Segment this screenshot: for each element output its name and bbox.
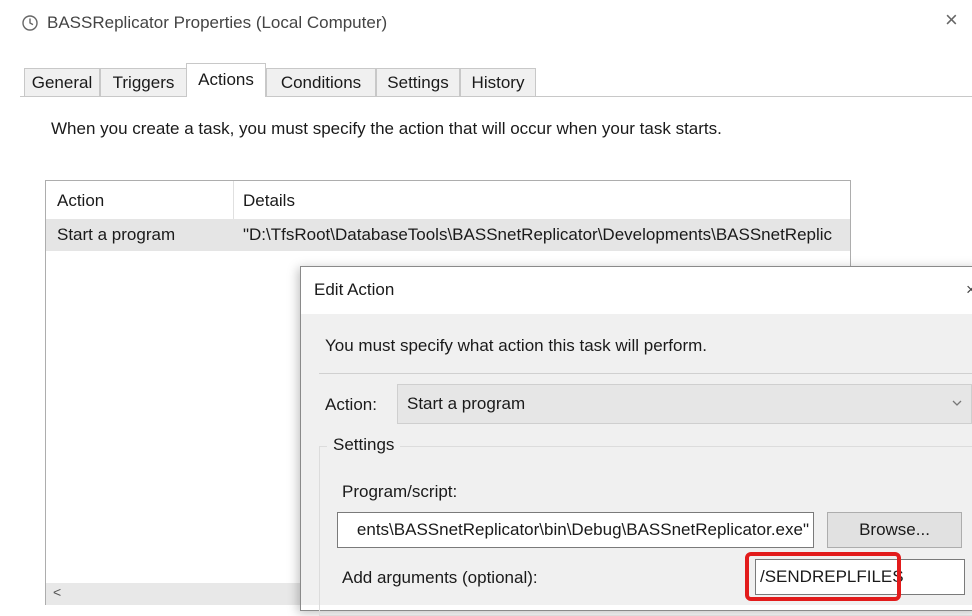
window-close-button[interactable]: × bbox=[945, 9, 958, 31]
action-select-value: Start a program bbox=[407, 394, 526, 413]
horizontal-scrollbar[interactable] bbox=[46, 583, 304, 605]
clock-icon bbox=[22, 15, 38, 31]
action-label: Action: bbox=[325, 395, 377, 414]
tab-actions[interactable]: Actions bbox=[186, 63, 266, 97]
dialog-divider bbox=[319, 373, 972, 374]
window-title: BASSReplicator Properties (Local Compute… bbox=[47, 13, 388, 32]
tab-triggers[interactable]: Triggers bbox=[100, 68, 187, 96]
scroll-left-icon[interactable]: < bbox=[53, 584, 61, 600]
dialog-title: Edit Action bbox=[314, 280, 395, 299]
row-action-cell: Start a program bbox=[57, 225, 176, 244]
column-header-action[interactable]: Action bbox=[57, 191, 104, 211]
program-script-label: Program/script: bbox=[342, 482, 458, 501]
actions-description: When you create a task, you must specify… bbox=[51, 119, 722, 138]
tab-strip-border bbox=[20, 96, 972, 97]
settings-group-label: Settings bbox=[327, 435, 401, 455]
program-script-value: ents\BASSnetReplicator\bin\Debug\BASSnet… bbox=[356, 520, 809, 539]
dialog-close-button[interactable]: × bbox=[966, 280, 972, 300]
add-arguments-input[interactable] bbox=[755, 559, 965, 595]
dialog-message: You must specify what action this task w… bbox=[325, 336, 708, 355]
column-separator[interactable] bbox=[233, 181, 234, 219]
tab-settings[interactable]: Settings bbox=[376, 68, 460, 96]
program-script-input[interactable]: ents\BASSnetReplicator\bin\Debug\BASSnet… bbox=[337, 512, 814, 548]
tab-conditions[interactable]: Conditions bbox=[266, 68, 376, 96]
add-arguments-label: Add arguments (optional): bbox=[342, 568, 538, 587]
browse-button[interactable]: Browse... bbox=[827, 512, 962, 548]
tab-general[interactable]: General bbox=[24, 68, 100, 96]
column-header-details[interactable]: Details bbox=[243, 191, 295, 211]
row-details-cell: "D:\TfsRoot\DatabaseTools\BASSnetReplica… bbox=[243, 225, 833, 244]
tab-history[interactable]: History bbox=[460, 68, 536, 96]
chevron-down-icon[interactable] bbox=[950, 396, 964, 410]
